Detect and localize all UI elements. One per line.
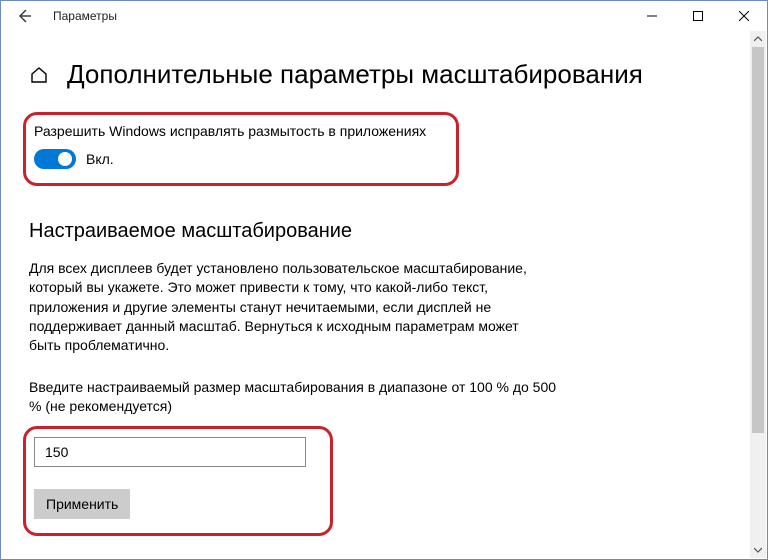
vertical-scrollbar[interactable] (750, 31, 766, 558)
annotation-highlight-1: Разрешить Windows исправлять размытость … (23, 112, 459, 186)
content-area: Дополнительные параметры масштабирования… (1, 31, 767, 536)
custom-scaling-heading: Настраиваемое масштабирование (29, 220, 739, 243)
minimize-icon (647, 11, 657, 21)
window-title: Параметры (53, 9, 117, 23)
scrollbar-thumb[interactable] (752, 47, 764, 433)
chevron-down-icon (754, 546, 762, 554)
maximize-button[interactable] (675, 1, 721, 31)
minimize-button[interactable] (629, 1, 675, 31)
fix-blur-label: Разрешить Windows исправлять размытость … (34, 123, 442, 139)
fix-blur-toggle-state: Вкл. (86, 151, 114, 167)
fix-blur-toggle-row: Вкл. (34, 149, 442, 169)
chevron-up-icon (754, 35, 762, 43)
page-title: Дополнительные параметры масштабирования (67, 59, 643, 90)
back-button[interactable] (1, 1, 47, 31)
scroll-down-button[interactable] (750, 542, 766, 558)
custom-scaling-description: Для всех дисплеев будет установлено поль… (29, 259, 539, 356)
toggle-knob (58, 152, 72, 166)
maximize-icon (693, 11, 703, 21)
apply-button[interactable]: Применить (34, 489, 130, 519)
scroll-up-button[interactable] (750, 31, 766, 47)
settings-window: Параметры Дополнительные параметры масшт… (0, 0, 768, 560)
custom-scaling-prompt: Введите настраиваемый размер масштабиров… (29, 378, 559, 417)
page-header: Дополнительные параметры масштабирования (29, 59, 739, 90)
fix-blur-toggle[interactable] (34, 149, 76, 169)
home-button[interactable] (29, 65, 49, 85)
custom-scale-input[interactable] (34, 437, 306, 467)
close-icon (739, 11, 749, 21)
titlebar: Параметры (1, 1, 767, 31)
annotation-highlight-2: Применить (23, 426, 333, 536)
close-button[interactable] (721, 1, 767, 31)
scrollbar-track[interactable] (750, 47, 766, 542)
home-icon (29, 65, 49, 85)
arrow-left-icon (16, 8, 32, 24)
